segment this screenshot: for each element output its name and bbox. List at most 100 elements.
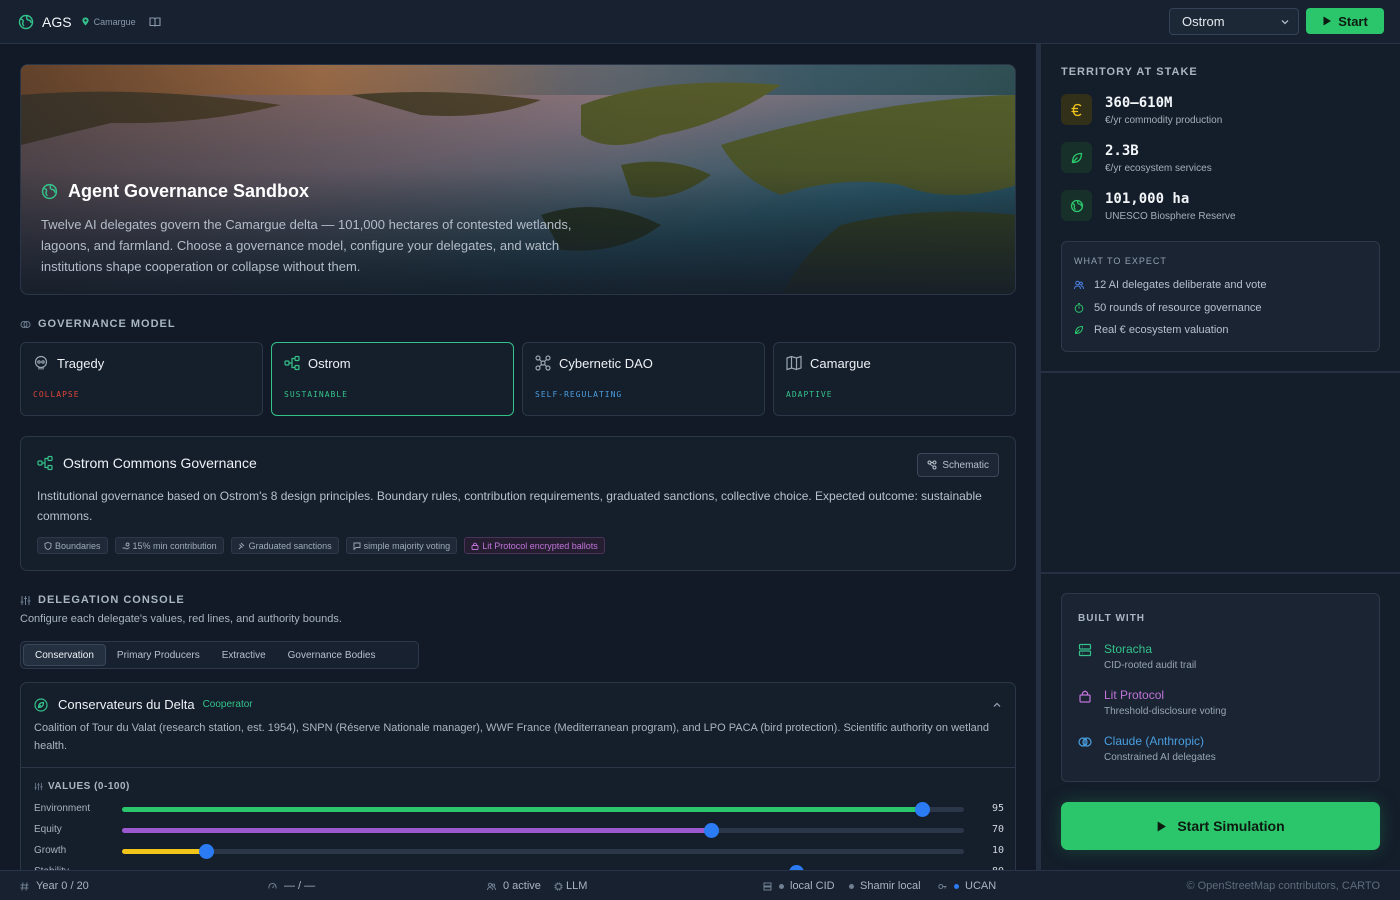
chip-voting: simple majority voting [345, 537, 458, 554]
pin-icon [81, 17, 89, 26]
governance-heading: GOVERNANCE MODEL [20, 318, 176, 330]
model-card-title: Camargue [786, 355, 871, 371]
slider-value: 95 [991, 803, 1004, 814]
built-item-storacha[interactable]: Storacha CID-rooted audit trail [1078, 642, 1196, 671]
stat-icon-box [1061, 190, 1092, 221]
model-card-cybernetic-dao[interactable]: Cybernetic DAO SELF-REGULATING [522, 342, 765, 416]
network-icon [37, 455, 53, 471]
built-item-name: Lit Protocol [1104, 688, 1165, 702]
cpu-icon [554, 882, 563, 890]
slider-label: Environment [34, 803, 91, 814]
map-attribution[interactable]: © OpenStreetMap contributors, CARTO [1186, 880, 1380, 892]
start-simulation-button[interactable]: Start Simulation [1061, 802, 1380, 850]
chip-label: Graduated sanctions [248, 540, 332, 551]
ostrom-panel: Ostrom Commons Governance Schematic Inst… [20, 436, 1016, 571]
governance-heading-text: GOVERNANCE MODEL [38, 318, 176, 330]
right-panel: TERRITORY AT STAKE 360–610M €/yr commodi… [1041, 44, 1400, 870]
users-icon [487, 882, 496, 890]
chip-label: simple majority voting [363, 540, 451, 551]
value-slider-equity[interactable]: Equity 70 [34, 822, 1004, 838]
stat-value: 2.3B [1105, 143, 1139, 159]
chevron-up-icon[interactable] [992, 700, 1002, 710]
chevron-down-icon [1281, 20, 1289, 25]
key-icon [938, 883, 947, 889]
nodes-icon [535, 355, 551, 371]
built-item-desc: CID-rooted audit trail [1104, 660, 1197, 671]
chip-sanctions: Graduated sanctions [230, 537, 339, 554]
start-button[interactable]: Start [1306, 8, 1384, 34]
slider-fill [122, 849, 207, 854]
delegate-header[interactable]: Conservateurs du Delta Cooperator [34, 697, 253, 712]
globe-icon [41, 183, 58, 200]
model-card-camargue[interactable]: Camargue ADAPTIVE [773, 342, 1016, 416]
model-card-ostrom[interactable]: Ostrom SUSTAINABLE [271, 342, 514, 416]
stat-commodity: 360–610M €/yr commodity production [1061, 94, 1222, 126]
chip-boundaries: Boundaries [37, 537, 108, 554]
slider-track[interactable] [122, 802, 964, 817]
ostrom-panel-title: Ostrom Commons Governance [37, 455, 257, 471]
start-simulation-label: Start Simulation [1177, 818, 1285, 834]
built-with-heading: BUILT WITH [1078, 613, 1146, 624]
network-icon [284, 355, 300, 371]
tab-conservation[interactable]: Conservation [23, 644, 106, 666]
value-slider-growth[interactable]: Growth 10 [34, 843, 1004, 859]
expect-item-text: 50 rounds of resource governance [1094, 302, 1262, 314]
schematic-button[interactable]: Schematic [917, 453, 999, 477]
territory-heading: TERRITORY AT STAKE [1061, 66, 1198, 78]
built-with-box: BUILT WITH Storacha CID-rooted audit tra… [1061, 593, 1380, 782]
status-cid: local CID [763, 880, 835, 892]
built-item-lit-protocol[interactable]: Lit Protocol Threshold-disclosure voting [1078, 688, 1226, 717]
tab-primary-producers[interactable]: Primary Producers [106, 644, 211, 666]
status-ucan-text: UCAN [965, 880, 997, 892]
chip-label: Lit Protocol encrypted ballots [482, 540, 598, 551]
workflow-icon [927, 460, 937, 470]
app-name: AGS [42, 13, 72, 30]
top-bar: AGS Camargue Ostrom Start [0, 0, 1400, 44]
status-active: 0 active [487, 880, 541, 892]
sliders-icon [20, 595, 31, 605]
value-slider-environment[interactable]: Environment 95 [34, 801, 1004, 817]
sliders-icon [34, 782, 43, 791]
tab-extractive[interactable]: Extractive [211, 644, 277, 666]
expect-item-text: Real € ecosystem valuation [1094, 324, 1229, 336]
stat-icon-box [1061, 142, 1092, 173]
status-shamir: Shamir local [849, 880, 921, 892]
slider-thumb[interactable] [199, 844, 215, 859]
tab-governance-bodies[interactable]: Governance Bodies [277, 644, 387, 666]
status-year: Year 0 / 20 [20, 880, 89, 892]
schematic-label: Schematic [942, 459, 989, 471]
status-dot [779, 883, 784, 889]
slider-track[interactable] [122, 844, 964, 859]
slider-thumb[interactable] [914, 802, 930, 817]
slider-track[interactable] [122, 823, 964, 838]
ostrom-title-text: Ostrom Commons Governance [63, 455, 257, 471]
delegate-tabs: Conservation Primary Producers Extractiv… [20, 641, 419, 669]
built-item-name: Claude (Anthropic) [1104, 734, 1205, 748]
slider-fill [122, 807, 922, 812]
delegate-card: Conservateurs du Delta Cooperator Coalit… [20, 682, 1016, 870]
model-card-tragedy[interactable]: Tragedy COLLAPSE [20, 342, 263, 416]
brain-icon [20, 320, 31, 328]
model-name: Camargue [810, 355, 871, 371]
brand[interactable]: AGS [18, 14, 72, 30]
leaf-icon [34, 697, 48, 712]
status-active-text: 0 active [503, 880, 541, 892]
status-bar: Year 0 / 20 — / — 0 active LLM local CID… [0, 870, 1400, 900]
built-item-name: Storacha [1104, 642, 1153, 656]
euro-icon [1071, 103, 1081, 116]
shield-icon [44, 541, 52, 550]
users-icon [1074, 280, 1084, 290]
slider-thumb[interactable] [704, 823, 720, 838]
lock-icon [471, 542, 479, 550]
chip-label: Boundaries [55, 540, 101, 551]
model-select[interactable]: Ostrom [1169, 8, 1299, 35]
map-icon [786, 355, 802, 371]
built-item-claude[interactable]: Claude (Anthropic) Constrained AI delega… [1078, 734, 1216, 763]
database-icon [763, 882, 772, 890]
values-heading: VALUES (0-100) [34, 781, 130, 792]
database-icon [1078, 643, 1092, 657]
hero-title: Agent Governance Sandbox [41, 181, 309, 202]
skull-icon [34, 355, 48, 370]
book-icon[interactable] [149, 16, 161, 28]
hero-title-text: Agent Governance Sandbox [68, 181, 310, 201]
